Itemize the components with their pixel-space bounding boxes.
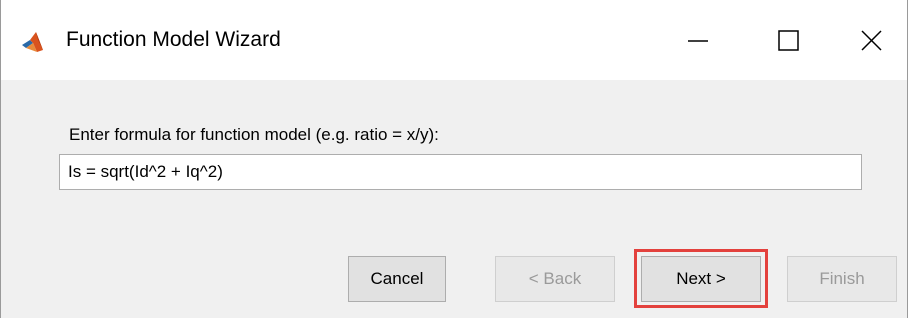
next-button[interactable]: Next > [641, 256, 761, 302]
wizard-content: Enter formula for function model (e.g. r… [1, 80, 907, 318]
finish-button[interactable]: Finish [787, 256, 897, 302]
window-title: Function Model Wizard [66, 28, 281, 51]
close-button[interactable] [833, 0, 907, 80]
back-button[interactable]: < Back [495, 256, 615, 302]
cancel-button[interactable]: Cancel [348, 256, 446, 302]
title-bar[interactable]: Function Model Wizard [1, 0, 907, 80]
minimize-button[interactable] [653, 0, 743, 80]
formula-label: Enter formula for function model (e.g. r… [69, 125, 439, 144]
wizard-window: Function Model Wizard Enter formula for … [0, 0, 908, 318]
matlab-icon [21, 31, 45, 53]
maximize-button[interactable] [743, 0, 833, 80]
formula-input[interactable] [59, 154, 862, 190]
